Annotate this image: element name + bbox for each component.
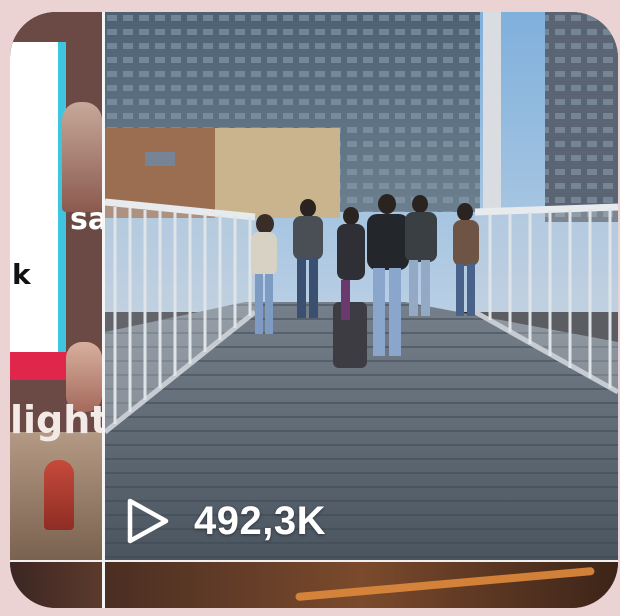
thumbnail-caption-fragment: light [10, 398, 102, 442]
thumbnail-caption-fragment: k [12, 258, 31, 291]
thumbnail-caption-fragment: sa [70, 202, 102, 237]
thumbnail-image [105, 12, 618, 560]
video-thumbnail[interactable] [105, 12, 618, 560]
video-thumbnail[interactable] [10, 562, 102, 608]
thumbnail-person-image [62, 102, 102, 212]
video-grid: sa k light 492,3K [10, 12, 618, 608]
view-count-overlay: 492,3K [126, 496, 326, 546]
thumbnail-person-image [44, 460, 74, 530]
video-thumbnail[interactable] [105, 562, 618, 608]
thumbnail-card-graphic [10, 42, 66, 372]
thumbnail-red-bar [10, 352, 70, 380]
view-count: 492,3K [194, 498, 326, 543]
thumbnail-image [295, 566, 595, 602]
next-row-thumbnails [10, 562, 618, 608]
adjacent-video-thumbnail[interactable]: sa k light [10, 12, 102, 560]
play-icon [127, 498, 169, 544]
